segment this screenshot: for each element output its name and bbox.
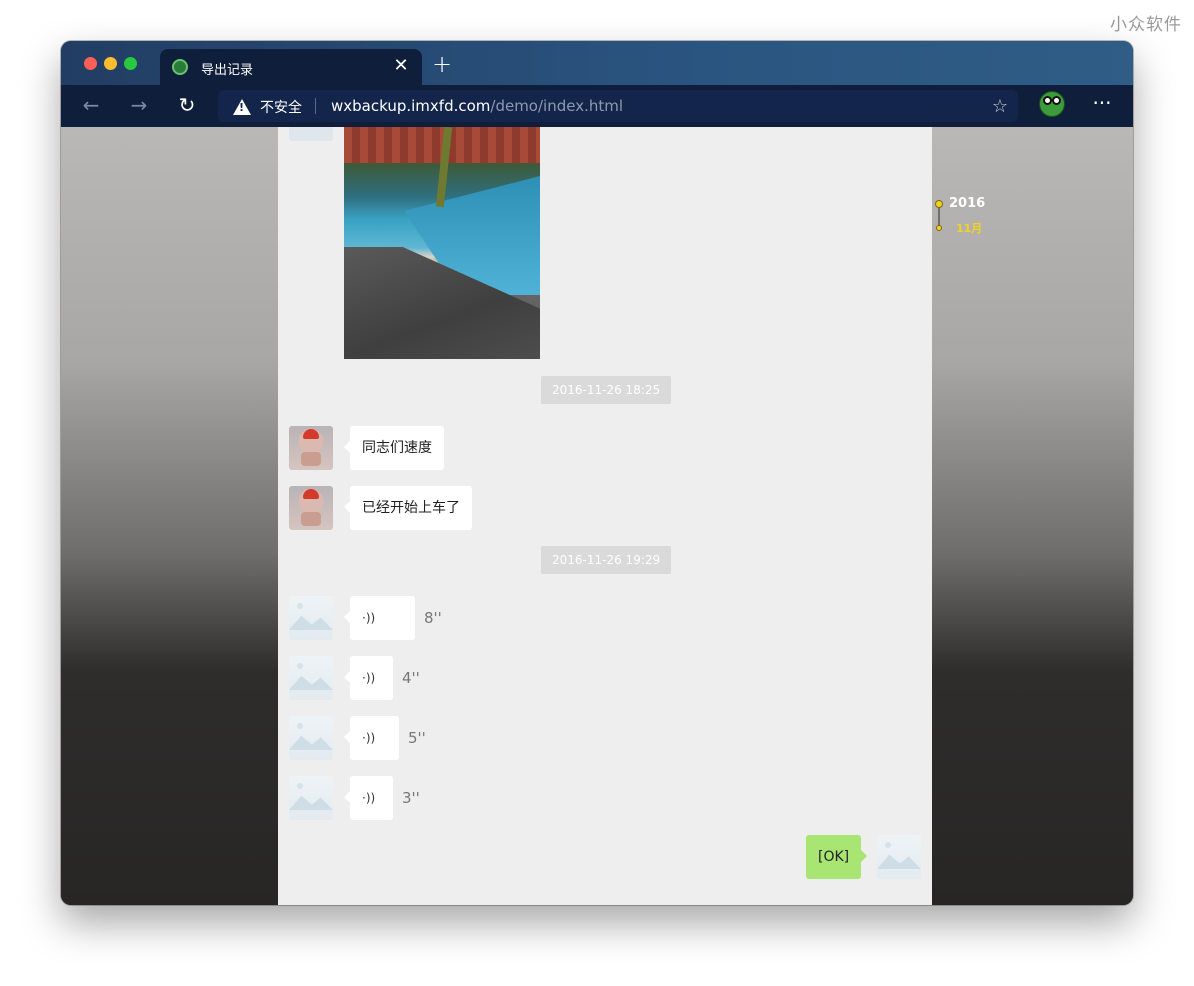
sender-avatar[interactable] <box>289 486 333 530</box>
voice-duration: 3'' <box>402 789 420 807</box>
url-text[interactable]: wxbackup.imxfd.com/demo/index.html <box>331 97 623 115</box>
tab-active[interactable]: 导出记录 ✕ <box>160 49 422 85</box>
close-tab-icon[interactable]: ✕ <box>390 55 412 76</box>
wechat-favicon-icon <box>172 59 188 75</box>
avatar-placeholder <box>289 127 333 141</box>
profile-avatar-icon[interactable] <box>1039 91 1065 117</box>
watermark: 小众软件 <box>1110 15 1182 35</box>
forward-button[interactable]: → <box>125 93 153 117</box>
security-label[interactable]: 不安全 <box>260 97 302 117</box>
timestamp: 2016-11-26 18:25 <box>541 376 672 404</box>
chat-panel: 2016-11-26 18:25 同志们速度 已经开始上车了 2016-11-2… <box>278 127 932 905</box>
toolbar: ← → ↻ 不安全 wxbackup.imxfd.com/demo/index.… <box>61 85 1133 127</box>
voice-icon: ·)) <box>362 671 376 685</box>
own-avatar[interactable] <box>877 835 921 879</box>
minimize-window-button[interactable] <box>104 57 117 70</box>
timeline-month-dot[interactable] <box>936 225 942 231</box>
voice-message[interactable]: ·)) <box>344 656 393 700</box>
timeline-year[interactable]: 2016 <box>949 196 985 211</box>
page-content: 2016-11-26 18:25 同志们速度 已经开始上车了 2016-11-2… <box>61 127 1133 905</box>
url-path: /demo/index.html <box>490 97 624 115</box>
url-host: wxbackup.imxfd.com <box>331 97 491 115</box>
reload-button[interactable]: ↻ <box>173 93 201 117</box>
timeline-month[interactable]: 11月 <box>956 220 982 236</box>
sender-avatar[interactable] <box>289 596 333 640</box>
back-button[interactable]: ← <box>77 93 105 117</box>
voice-icon: ·)) <box>362 731 376 745</box>
sender-avatar[interactable] <box>289 426 333 470</box>
image-message[interactable] <box>344 127 540 359</box>
sender-avatar[interactable] <box>289 656 333 700</box>
voice-message[interactable]: ·)) <box>344 716 399 760</box>
voice-message[interactable]: ·)) <box>344 596 415 640</box>
voice-duration: 4'' <box>402 669 420 687</box>
voice-message[interactable]: ·)) <box>344 776 393 820</box>
warning-icon <box>233 99 251 115</box>
timestamp: 2016-11-26 19:29 <box>541 546 672 574</box>
zoom-window-button[interactable] <box>124 57 137 70</box>
tab-strip: 导出记录 ✕ + <box>61 41 1133 85</box>
sent-text-message[interactable]: [OK] <box>806 835 868 879</box>
sender-avatar[interactable] <box>289 776 333 820</box>
tab-title: 导出记录 <box>201 63 254 78</box>
text-message[interactable]: 已经开始上车了 <box>344 486 472 530</box>
voice-icon: ·)) <box>362 791 376 805</box>
add-favorite-icon[interactable]: ☆ <box>992 96 1008 117</box>
more-menu-button[interactable]: ··· <box>1091 91 1113 115</box>
text-message[interactable]: 同志们速度 <box>344 426 444 470</box>
new-tab-button[interactable]: + <box>430 50 454 78</box>
voice-duration: 8'' <box>424 609 442 627</box>
voice-icon: ·)) <box>362 611 376 625</box>
sender-avatar[interactable] <box>289 716 333 760</box>
close-window-button[interactable] <box>84 57 97 70</box>
address-bar[interactable]: 不安全 wxbackup.imxfd.com/demo/index.html ☆ <box>218 90 1018 122</box>
voice-duration: 5'' <box>408 729 426 747</box>
browser-window: 导出记录 ✕ + ← → ↻ 不安全 wxbackup.imxfd.com/de… <box>61 41 1133 905</box>
timeline-year-dot[interactable] <box>935 200 943 208</box>
address-divider <box>315 98 316 114</box>
